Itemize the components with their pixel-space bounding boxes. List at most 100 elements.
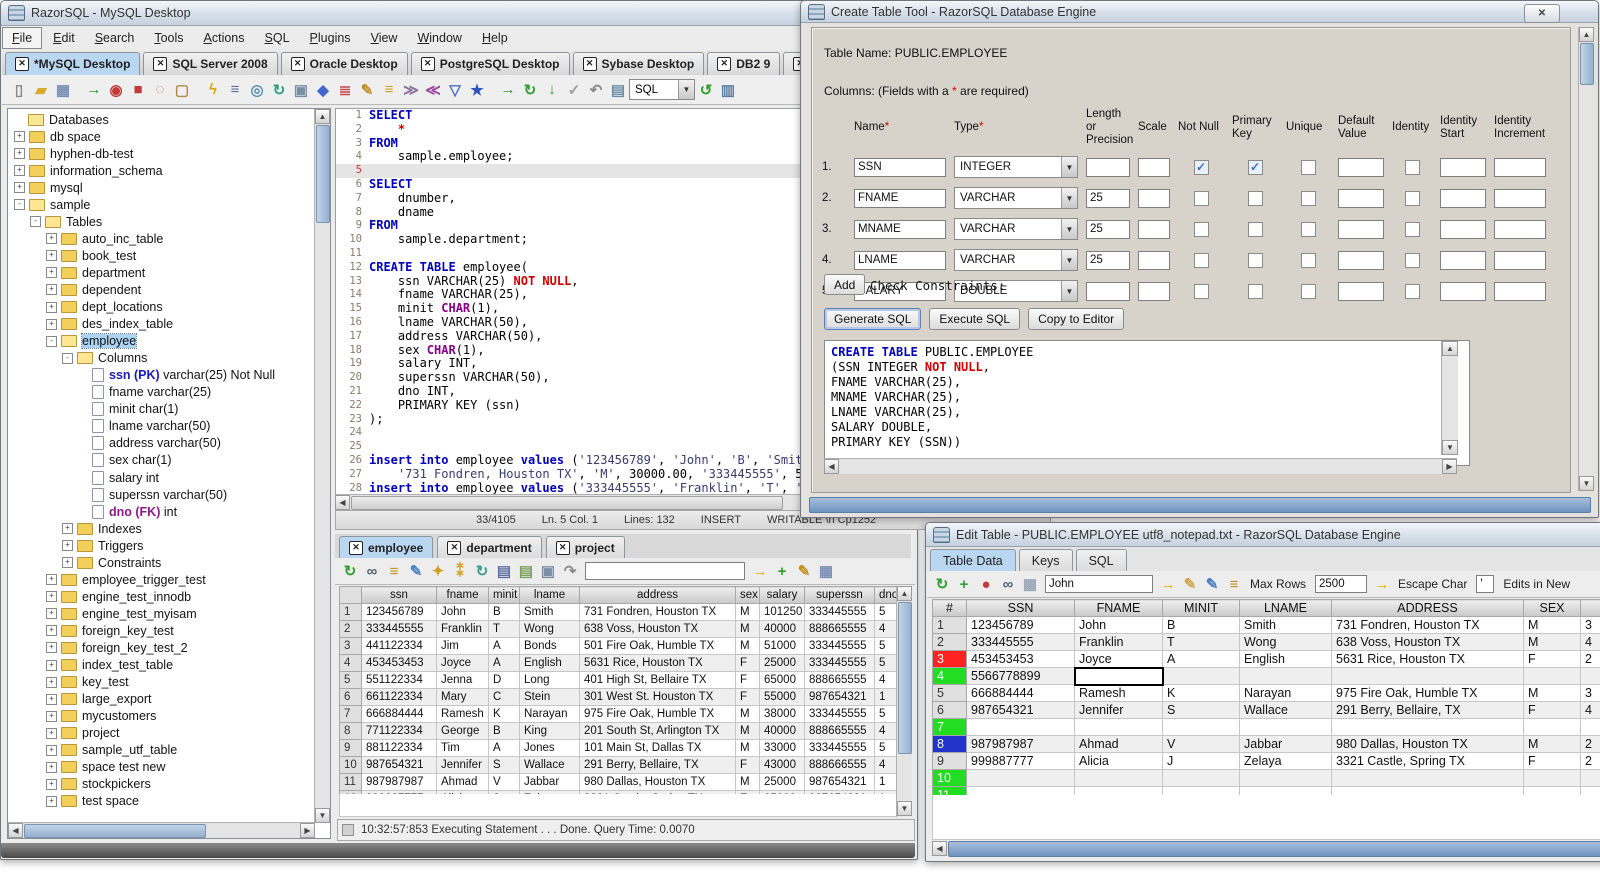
transpose-icon[interactable]: ↷ — [561, 562, 580, 581]
cell[interactable]: F — [1523, 701, 1581, 719]
cell[interactable]: M — [735, 603, 760, 621]
chevron-down-icon[interactable]: ▼ — [1061, 281, 1077, 301]
cell[interactable]: 5631 Rice, Houston TX — [579, 654, 736, 672]
tree-item[interactable]: + space test new — [8, 759, 314, 776]
execute-multi-icon[interactable]: ↺ — [697, 80, 716, 99]
tree-item-label[interactable]: dependent — [82, 283, 141, 297]
cell[interactable]: 333445555 — [966, 633, 1075, 651]
identity-checkbox[interactable] — [1404, 159, 1420, 175]
identity-start-input[interactable] — [1440, 157, 1486, 177]
expand-icon[interactable]: + — [46, 778, 57, 790]
database-icon[interactable]: ▢ — [173, 80, 192, 99]
cell[interactable]: Wong — [519, 620, 580, 638]
close-tab-icon[interactable]: ✕ — [582, 57, 597, 71]
table-row[interactable]: 10 987654321 Jennifer S Wallace 291 Berry, Be… — [339, 756, 897, 774]
scale-input[interactable] — [1138, 219, 1170, 239]
cell[interactable]: 123456789 — [966, 616, 1075, 634]
cell[interactable]: B — [1162, 616, 1240, 634]
format-sql-icon[interactable]: ≡ — [380, 80, 399, 99]
cell[interactable]: Long — [519, 671, 580, 689]
close-tab-icon[interactable]: ✕ — [153, 57, 168, 71]
cell[interactable]: English — [1239, 650, 1332, 668]
cell[interactable]: V — [1162, 735, 1240, 753]
tree-item[interactable]: + index_test_table — [8, 657, 314, 674]
cell[interactable]: 3 — [1580, 616, 1600, 634]
cell[interactable]: Tim — [436, 739, 489, 757]
cell[interactable]: 666884444 — [966, 684, 1075, 702]
expand-icon[interactable]: + — [62, 557, 73, 569]
cell[interactable]: 40000 — [759, 620, 805, 638]
indent-icon[interactable]: ≫ — [402, 80, 421, 99]
cell[interactable]: 4 — [874, 756, 897, 774]
cell[interactable]: 43000 — [759, 756, 805, 774]
tree-item-label[interactable]: des_index_table — [82, 317, 173, 331]
cell[interactable]: 2 — [1580, 752, 1600, 770]
tree-scroll-thumb[interactable] — [316, 125, 330, 223]
cell[interactable]: A — [488, 654, 520, 672]
primary-key-checkbox[interactable] — [1247, 283, 1263, 299]
table-row[interactable]: 7 666884444 Ramesh K Narayan 975 Fire Oak, Hu… — [339, 705, 897, 723]
cell[interactable]: 987654321 — [361, 756, 437, 774]
cell[interactable]: M — [735, 739, 760, 757]
close-button[interactable]: ✕ — [1524, 4, 1560, 23]
max-rows-input[interactable]: 2500 — [1315, 575, 1368, 593]
tree-item-label[interactable]: hyphen-db-test — [50, 147, 133, 161]
cell[interactable] — [1239, 769, 1332, 787]
scroll-up-icon[interactable]: ▲ — [1579, 27, 1594, 42]
tree-item[interactable]: salary int — [8, 469, 314, 486]
cell[interactable] — [1074, 769, 1163, 787]
menu-tools[interactable]: Tools — [145, 28, 192, 48]
close-tab-icon[interactable]: ✕ — [447, 540, 462, 555]
expand-icon[interactable]: + — [46, 284, 57, 296]
tab-sql[interactable]: SQL — [1075, 549, 1127, 571]
tree-item-label[interactable]: address varchar(50) — [109, 436, 221, 450]
expand-icon[interactable]: + — [46, 676, 57, 688]
cell[interactable]: Jones — [519, 739, 580, 757]
tree-item-label[interactable]: engine_test_innodb — [82, 590, 191, 604]
undo-icon[interactable]: ↶ — [587, 80, 606, 99]
column-type-dropdown[interactable]: INTEGER ▼ — [954, 156, 1078, 178]
row-number[interactable]: 8 — [932, 735, 967, 753]
window-scroll-thumb[interactable] — [1580, 43, 1594, 85]
table-row[interactable]: 3 441122334 Jim A Bonds 501 Fire Oak, Humble … — [339, 637, 897, 655]
add-row-icon[interactable]: + — [955, 575, 974, 594]
save-icon[interactable]: ▦ — [1021, 575, 1040, 594]
disconnect-icon[interactable]: ■ — [129, 80, 148, 99]
cell[interactable]: 333445555 — [804, 637, 875, 655]
tree-item-label[interactable]: salary int — [109, 471, 159, 485]
table-row[interactable]: 9 999887777 Alicia J Zelaya 3321 Castle, Spri… — [932, 752, 1600, 770]
column-header-ADDRESS[interactable]: ADDRESS — [1331, 599, 1524, 617]
cell[interactable]: Wallace — [1239, 701, 1332, 719]
identity-checkbox[interactable] — [1404, 190, 1420, 206]
cell[interactable]: Zelaya — [1239, 752, 1332, 770]
cell[interactable]: Jim — [436, 637, 489, 655]
tree-item-label[interactable]: key_test — [82, 675, 129, 689]
expand-icon[interactable]: + — [46, 693, 57, 705]
cell[interactable]: Narayan — [1239, 684, 1332, 702]
cell[interactable]: M — [735, 722, 760, 740]
cell[interactable]: 3 — [1580, 684, 1600, 702]
editor-icon[interactable]: ▥ — [719, 80, 738, 99]
row-number[interactable]: 4 — [339, 654, 362, 672]
open-file-icon[interactable]: ▰ — [32, 80, 51, 99]
menu-actions[interactable]: Actions — [195, 28, 254, 48]
tree-item[interactable]: + db space — [8, 128, 314, 145]
expand-icon[interactable]: + — [62, 523, 73, 535]
primary-key-checkbox[interactable] — [1247, 252, 1263, 268]
connection-tab--mysql-desktop[interactable]: ✕ *MySQL Desktop — [5, 52, 141, 75]
unique-checkbox[interactable] — [1300, 252, 1316, 268]
cell[interactable]: 333445555 — [804, 739, 875, 757]
cell[interactable]: M — [1523, 735, 1581, 753]
filter-icon[interactable]: ≡ — [1225, 575, 1244, 594]
cell[interactable]: 55000 — [759, 688, 805, 706]
cell[interactable]: 881122334 — [361, 739, 437, 757]
cell[interactable]: V — [488, 773, 520, 791]
tree-item-label[interactable]: foreign_key_test_2 — [82, 641, 188, 655]
tree-item[interactable]: superssn varchar(50) — [8, 486, 314, 503]
cell[interactable]: 771122334 — [361, 722, 437, 740]
scroll-left-icon[interactable]: ◀ — [8, 823, 23, 838]
cell[interactable]: 333445555 — [361, 620, 437, 638]
tree-item-label[interactable]: Databases — [49, 113, 109, 127]
generate-sql-button[interactable]: Generate SQL — [824, 308, 922, 330]
cell[interactable]: M — [1523, 616, 1581, 634]
